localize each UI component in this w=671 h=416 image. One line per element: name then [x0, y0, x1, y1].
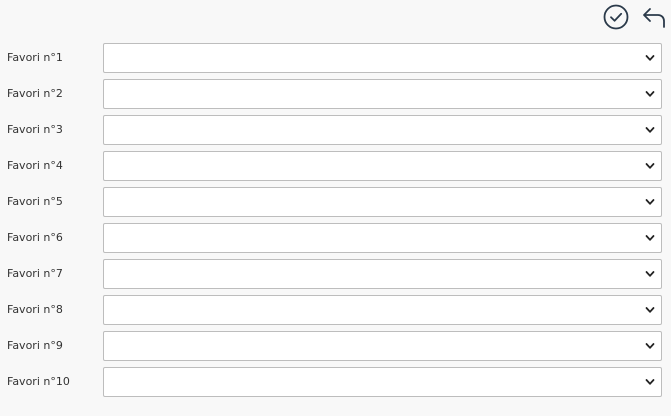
favorite-select-4[interactable] — [103, 151, 662, 181]
favorite-label-2: Favori n°2 — [7, 87, 63, 100]
favorite-row-8: Favori n°8 — [0, 295, 671, 331]
favorite-select-3[interactable] — [103, 115, 662, 145]
favorite-row-5: Favori n°5 — [0, 187, 671, 223]
favorite-label-5: Favori n°5 — [7, 195, 63, 208]
favorite-row-10: Favori n°10 — [0, 367, 671, 403]
favorite-select-5[interactable] — [103, 187, 662, 217]
toolbar — [0, 0, 671, 38]
favorite-label-1: Favori n°1 — [7, 51, 63, 64]
chevron-down-icon — [645, 199, 655, 205]
favorite-row-9: Favori n°9 — [0, 331, 671, 367]
check-circle-icon — [603, 4, 629, 30]
favorites-form: Favori n°1 Favori n°2 Favori n°3 Favori … — [0, 43, 671, 403]
favorite-select-1[interactable] — [103, 43, 662, 73]
favorite-select-8[interactable] — [103, 295, 662, 325]
chevron-down-icon — [645, 235, 655, 241]
favorite-row-2: Favori n°2 — [0, 79, 671, 115]
chevron-down-icon — [645, 307, 655, 313]
favorite-select-10[interactable] — [103, 367, 662, 397]
favorite-label-8: Favori n°8 — [7, 303, 63, 316]
confirm-button[interactable] — [602, 3, 630, 31]
favorite-label-6: Favori n°6 — [7, 231, 63, 244]
favorite-label-10: Favori n°10 — [7, 375, 70, 388]
favorite-select-6[interactable] — [103, 223, 662, 253]
favorite-row-1: Favori n°1 — [0, 43, 671, 79]
favorite-row-7: Favori n°7 — [0, 259, 671, 295]
favorite-select-9[interactable] — [103, 331, 662, 361]
chevron-down-icon — [645, 271, 655, 277]
favorite-label-7: Favori n°7 — [7, 267, 63, 280]
favorite-row-3: Favori n°3 — [0, 115, 671, 151]
chevron-down-icon — [645, 91, 655, 97]
favorite-select-2[interactable] — [103, 79, 662, 109]
chevron-down-icon — [645, 379, 655, 385]
favorite-row-6: Favori n°6 — [0, 223, 671, 259]
favorite-row-4: Favori n°4 — [0, 151, 671, 187]
back-button[interactable] — [640, 3, 668, 31]
chevron-down-icon — [645, 343, 655, 349]
favorite-label-3: Favori n°3 — [7, 123, 63, 136]
favorite-label-4: Favori n°4 — [7, 159, 63, 172]
undo-arrow-icon — [643, 8, 665, 28]
chevron-down-icon — [645, 163, 655, 169]
chevron-down-icon — [645, 55, 655, 61]
favorite-select-7[interactable] — [103, 259, 662, 289]
favorite-label-9: Favori n°9 — [7, 339, 63, 352]
chevron-down-icon — [645, 127, 655, 133]
